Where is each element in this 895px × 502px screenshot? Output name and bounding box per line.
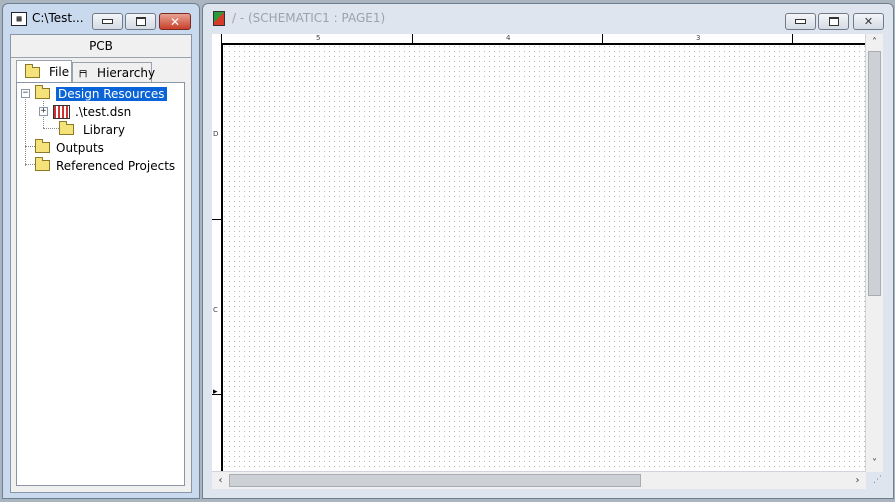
ruler-label: 3: [696, 34, 701, 42]
tree-item-label: Outputs: [56, 140, 104, 155]
project-titlebar[interactable]: ▦ C:\Test... ✕: [3, 4, 199, 34]
restore-icon: [135, 17, 146, 26]
schematic-titlebar[interactable]: / - (SCHEMATIC1 : PAGE1) ✕: [203, 4, 893, 34]
ruler-tick: [792, 34, 793, 43]
restore-icon: [828, 17, 839, 26]
minimize-icon: [795, 19, 806, 24]
schematic-canvas[interactable]: 5 4 3 D C ▸: [212, 34, 866, 472]
restore-button[interactable]: [125, 13, 156, 30]
close-icon: ✕: [169, 14, 181, 29]
schematic-page-icon: [213, 11, 225, 26]
horizontal-scroll-thumb[interactable]: [229, 474, 641, 487]
tree-item-label: Referenced Projects: [56, 158, 176, 173]
tab-hierarchy[interactable]: ╒╕ Hierarchy: [72, 62, 156, 83]
project-panel: PCB File ╒╕ Hierarchy − Design Resources…: [10, 34, 192, 493]
page-border-left: [221, 43, 223, 472]
collapse-toggle[interactable]: −: [21, 89, 30, 98]
vertical-scrollbar[interactable]: ˄ ˅: [865, 34, 883, 472]
ruler-tick: [212, 219, 221, 220]
panel-header: PCB: [11, 35, 191, 58]
ruler-tick: [602, 34, 603, 43]
page-border-top: [221, 43, 866, 45]
panel-header-label: PCB: [89, 39, 113, 53]
minimize-button[interactable]: [92, 13, 123, 30]
tree-item-label: Design Resources: [56, 86, 167, 101]
project-window: ▦ C:\Test... ✕ PCB File ╒╕ Hierarchy − D…: [2, 3, 200, 499]
close-button[interactable]: ✕: [853, 13, 884, 30]
folder-icon: [25, 63, 40, 78]
minimize-button[interactable]: [785, 13, 816, 30]
tree-item-referenced-projects[interactable]: Referenced Projects: [35, 157, 175, 174]
folder-icon: [35, 157, 50, 171]
scroll-down-icon[interactable]: ˅: [866, 455, 883, 472]
expand-toggle[interactable]: +: [39, 107, 48, 116]
minimize-icon: [102, 19, 113, 24]
tree-item-label: .\test.dsn: [75, 104, 132, 119]
tree-item-label: Library: [83, 122, 125, 137]
folder-icon: [59, 121, 74, 135]
schematic-window-title: / - (SCHEMATIC1 : PAGE1): [232, 11, 386, 25]
hierarchy-icon: ╒╕: [77, 67, 90, 78]
schematic-file-icon: [53, 104, 70, 119]
ruler-label: C: [213, 306, 218, 314]
tree-connector: [25, 97, 26, 166]
vertical-scroll-thumb[interactable]: [868, 51, 881, 296]
restore-button[interactable]: [818, 13, 849, 30]
ruler-label: 4: [506, 34, 511, 42]
tab-hierarchy-label: Hierarchy: [97, 66, 156, 80]
tree-item-library[interactable]: Library: [59, 121, 125, 138]
resize-grip-icon[interactable]: ⋰: [866, 472, 882, 489]
tree-item-outputs[interactable]: Outputs: [35, 139, 104, 156]
horizontal-scrollbar[interactable]: ‹ ›: [212, 471, 866, 489]
tree-item-test-dsn[interactable]: .\test.dsn: [53, 103, 131, 120]
ruler-label: D: [213, 130, 219, 138]
close-button[interactable]: ✕: [159, 13, 191, 30]
project-window-title: C:\Test...: [32, 11, 84, 25]
tree-item-design-resources[interactable]: Design Resources: [35, 85, 167, 102]
scroll-right-icon[interactable]: ›: [849, 472, 866, 489]
arrow-right-icon: ▸: [213, 387, 218, 397]
folder-icon: [35, 139, 50, 153]
tab-file-label: File: [49, 65, 70, 79]
app-icon: ▦: [11, 12, 27, 26]
project-tree[interactable]: − Design Resources + .\test.dsn Library …: [16, 82, 185, 486]
scroll-left-icon[interactable]: ‹: [212, 472, 229, 489]
close-icon: ✕: [863, 15, 874, 28]
schematic-window: / - (SCHEMATIC1 : PAGE1) ✕ 5 4 3 D C ▸ ˄…: [202, 3, 894, 499]
scroll-up-icon[interactable]: ˄: [866, 34, 883, 51]
tab-file[interactable]: File: [16, 60, 72, 83]
folder-icon: [35, 85, 50, 99]
ruler-tick: [412, 34, 413, 43]
ruler-label: 5: [316, 34, 321, 42]
